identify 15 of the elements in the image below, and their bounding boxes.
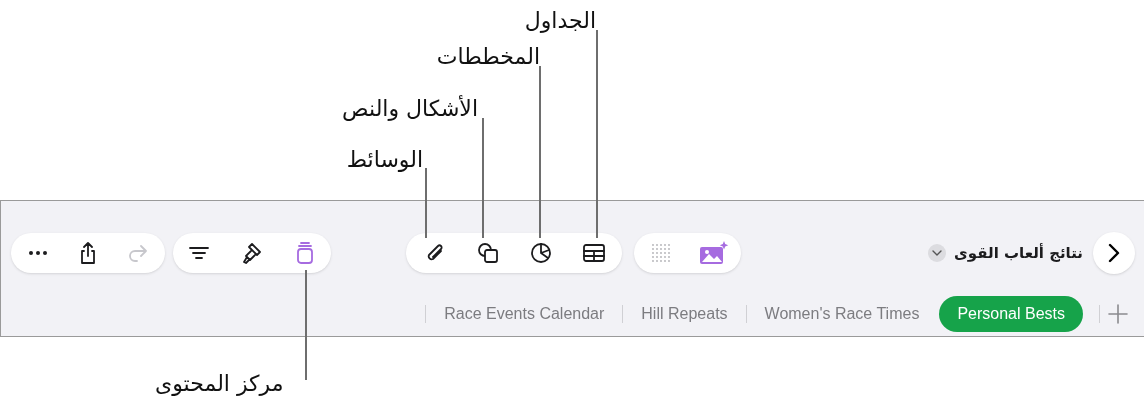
forward-button[interactable]: [1093, 232, 1135, 274]
sheet-tab[interactable]: Hill Repeats: [623, 295, 746, 332]
callout-label: الجداول: [524, 7, 596, 35]
sheet-tab[interactable]: Women's Race Times: [746, 295, 938, 332]
chevron-right-icon: [1108, 243, 1120, 263]
callout-label: الأشكال والنص: [342, 94, 478, 123]
chevron-down-icon: [928, 244, 947, 262]
sheet-tab[interactable]: Personal Bests: [939, 295, 1083, 332]
document-title: نتائج ألعاب القوى: [954, 242, 1083, 264]
callout-label: الوسائط: [346, 146, 423, 174]
title-menu[interactable]: نتائج ألعاب القوى: [928, 241, 1083, 265]
sheet-tab[interactable]: Race Events Calendar: [426, 295, 623, 332]
callout-label: المخططات: [436, 43, 540, 71]
callout-label: مركز المحتوى: [155, 370, 284, 398]
leader-line: [425, 168, 427, 238]
